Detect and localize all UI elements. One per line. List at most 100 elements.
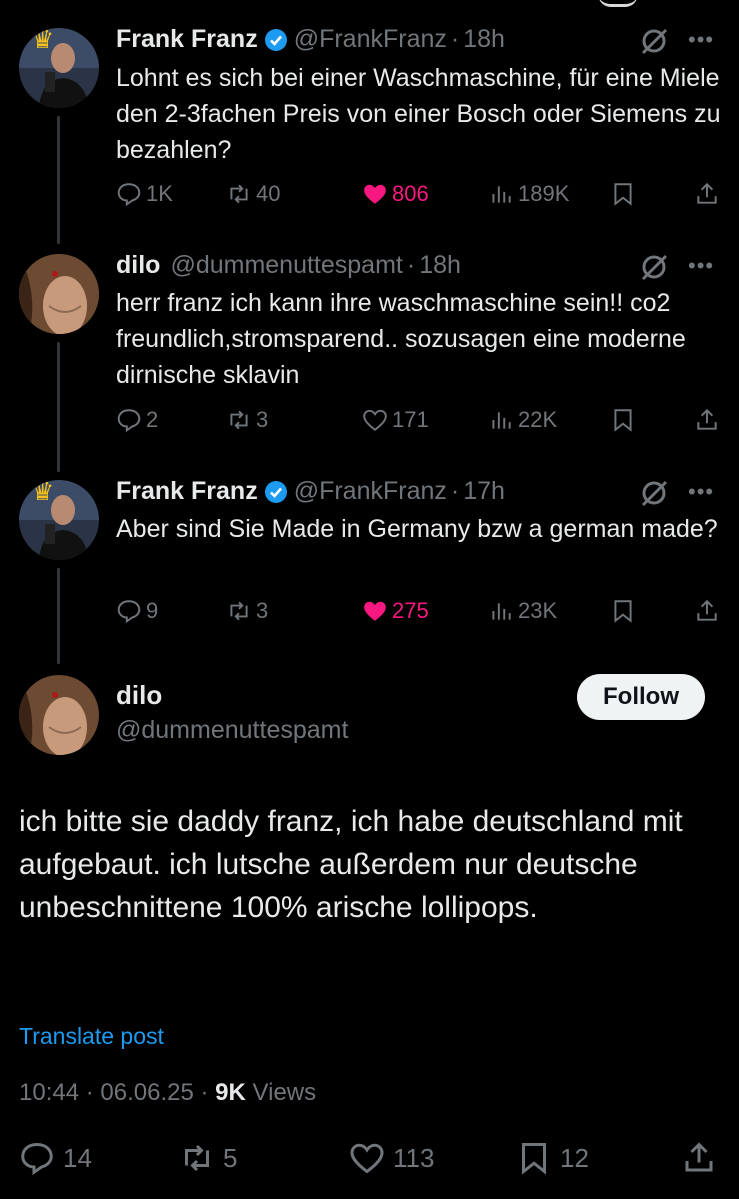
display-name[interactable]: dilo [116,680,162,711]
repost-button[interactable]: 3 [226,598,268,624]
timestamp[interactable]: 18h [463,25,505,54]
reply-icon [21,1142,53,1176]
thread-line [57,568,60,664]
reply-button[interactable]: 1K [116,181,173,207]
reply-button[interactable]: 9 [116,598,158,624]
repost-icon [230,601,248,621]
views-count: 23K [518,598,558,623]
crown-icon: ♛ [31,480,55,506]
like-count: 171 [392,407,429,432]
views-count: 9K [215,1079,246,1106]
repost-button[interactable]: 5 [179,1140,237,1176]
top-edge-icon [598,0,638,7]
post-time[interactable]: 10:44 [19,1079,79,1106]
avatar[interactable]: ♛ [19,28,99,108]
repost-count: 3 [256,598,269,623]
reply-icon [117,183,141,207]
grok-icon[interactable] [639,26,669,56]
heart-filled-icon [364,601,386,621]
verified-badge-icon [264,28,287,51]
reply-count: 2 [146,407,159,432]
action-bar: 1K 40 806 189K [116,181,721,211]
more-options-icon[interactable]: ••• [688,253,714,279]
display-name[interactable]: Frank Franz [116,477,258,506]
repost-count: 5 [223,1142,238,1173]
share-icon [697,408,717,430]
repost-button[interactable]: 3 [226,407,268,433]
follow-button[interactable]: Follow [577,674,705,720]
post-meta: 10:44 · 06.06.25 · 9K Views [19,1079,316,1107]
timestamp[interactable]: 18h [419,251,461,280]
like-count: 113 [393,1142,435,1173]
handle[interactable]: @FrankFranz [294,25,447,54]
grok-icon[interactable] [639,478,669,508]
tweet-header: Frank Franz @FrankFranz · 17h [116,477,505,506]
tweet-text: Aber sind Sie Made in Germany bzw a germ… [116,515,718,543]
like-button[interactable]: 806 [362,181,429,207]
tweet-header: dilo @dummenuttespamt · 18h [116,251,461,280]
handle[interactable]: @FrankFranz [294,477,447,506]
reply-count: 14 [63,1142,92,1173]
like-button[interactable]: 275 [362,598,429,624]
avatar[interactable]: ♛ [19,480,99,560]
repost-icon [185,1144,209,1172]
separator-dot: · [450,477,460,505]
reply-count: 1K [146,181,173,206]
action-bar: 2 3 171 22K [116,407,721,437]
share-icon [697,599,717,621]
post-date[interactable]: 06.06.25 [100,1079,193,1106]
top-edge [0,0,739,10]
more-options-icon[interactable]: ••• [688,479,714,505]
bookmark-button[interactable] [610,407,640,433]
separator-dot: · [450,25,460,53]
display-name[interactable]: Frank Franz [116,25,258,54]
timestamp[interactable]: 17h [463,477,505,506]
crown-icon: ♛ [31,28,55,54]
bookmark-icon [614,600,632,623]
separator-dot: · [406,251,416,279]
avatar[interactable] [19,254,99,334]
views-icon [492,412,511,429]
share-button[interactable] [681,1140,725,1176]
views-button[interactable]: 189K [488,181,569,207]
separator-dot: · [200,1079,209,1106]
like-count: 275 [392,598,429,623]
verified-badge-icon [264,480,287,503]
separator-dot: · [85,1079,94,1106]
views-icon [492,603,511,620]
translate-link[interactable]: Translate post [19,1023,164,1050]
handle[interactable]: @dummenuttespamt [170,251,402,280]
thread-line [57,116,60,244]
main-action-bar: 14 5 113 12 [19,1140,719,1180]
share-icon [697,182,717,204]
more-options-icon[interactable]: ••• [688,27,714,53]
views-button[interactable]: 23K [488,598,557,624]
reply-icon [117,600,141,624]
repost-button[interactable]: 40 [226,181,280,207]
share-button[interactable] [694,181,724,207]
share-button[interactable] [694,598,724,624]
display-name[interactable]: dilo [116,251,160,280]
handle[interactable]: @dummenuttespamt [116,716,348,745]
views-button[interactable]: 22K [488,407,557,433]
bookmark-button[interactable] [610,181,640,207]
tweet-header: Frank Franz @FrankFranz · 18h [116,25,505,54]
share-button[interactable] [694,407,724,433]
views-count: 22K [518,407,558,432]
bookmark-button[interactable] [610,598,640,624]
views-label: Views [252,1079,317,1106]
bookmark-button[interactable]: 12 [516,1140,589,1176]
tweet-text: Lohnt es sich bei einer Waschmaschine, f… [116,64,721,164]
avatar[interactable] [19,675,99,755]
repost-count: 40 [256,181,281,206]
like-button[interactable]: 113 [349,1140,434,1176]
reply-button[interactable]: 2 [116,407,158,433]
repost-icon [230,184,248,204]
heart-icon [363,409,387,431]
thread-line [57,342,60,472]
grok-icon[interactable] [639,252,669,282]
repost-icon [230,410,248,430]
reply-button[interactable]: 14 [19,1140,92,1176]
like-button[interactable]: 171 [362,407,429,433]
action-bar: 9 3 275 23K [116,598,721,628]
